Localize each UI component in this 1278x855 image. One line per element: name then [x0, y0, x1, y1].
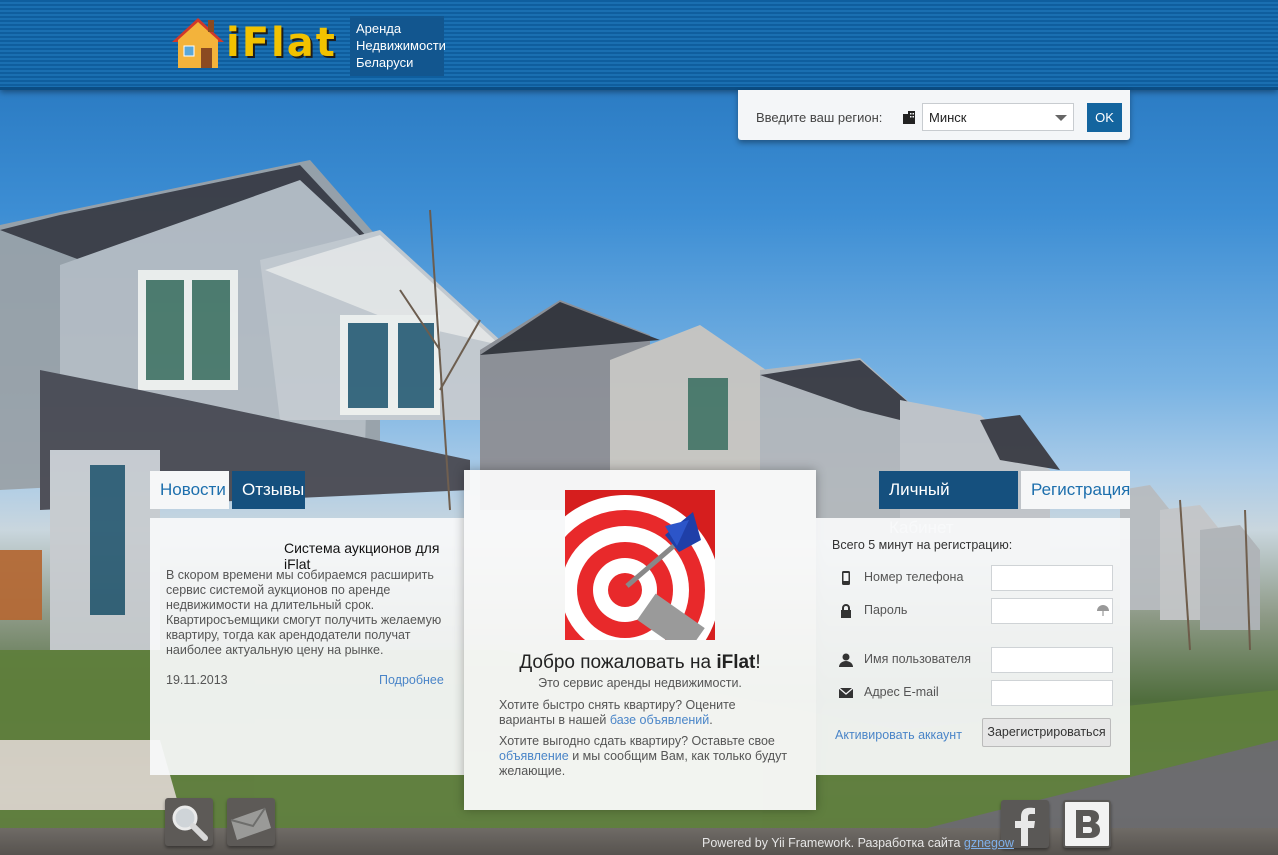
author-link[interactable]: gznegow: [964, 836, 1014, 850]
chevron-down-icon: [1055, 115, 1067, 121]
welcome-title-brand: iFlat: [716, 652, 756, 673]
phone-label: Номер телефона: [864, 570, 964, 584]
welcome-title-prefix: Добро пожаловать на: [519, 652, 717, 673]
region-selected-value: Минск: [929, 110, 967, 125]
mail-icon: [230, 807, 271, 840]
welcome-panel: Добро пожаловать на iFlat! Это сервис ар…: [464, 470, 816, 810]
region-dropdown[interactable]: Минск: [922, 103, 1074, 131]
tagline: Аренда Недвижимости Беларуси: [350, 16, 446, 76]
password-input[interactable]: [991, 598, 1113, 624]
search-button[interactable]: [165, 798, 213, 846]
phone-input[interactable]: [991, 565, 1113, 591]
tab-account[interactable]: Личный Кабинет: [879, 471, 1018, 537]
vk-button[interactable]: [1063, 800, 1111, 848]
logo-text: iFlat: [226, 20, 337, 66]
header-bar: iFlat Аренда Недвижимости Беларуси: [0, 0, 1278, 90]
tab-registration[interactable]: Регистрация: [1021, 471, 1130, 509]
welcome-p1-end: .: [709, 713, 713, 727]
news-panel: Система аукционов для iFlat В скором вре…: [150, 518, 464, 775]
email-row: Адрес E-mail: [838, 680, 1118, 706]
tagline-line-3: Беларуси: [356, 55, 414, 70]
user-icon: [839, 653, 853, 667]
phone-icon: [842, 571, 850, 585]
ad-link[interactable]: объявление: [499, 749, 569, 763]
tagline-line-1: Аренда: [356, 21, 402, 36]
register-button[interactable]: Зарегистрироваться: [982, 718, 1111, 747]
email-input[interactable]: [991, 680, 1113, 706]
umbrella-icon[interactable]: [1096, 604, 1110, 618]
registration-panel: Всего 5 минут на регистрацию: Номер теле…: [816, 518, 1130, 775]
house-logo-icon: [172, 18, 224, 68]
region-selector: Введите ваш регион: Минск OK: [738, 90, 1130, 140]
news-more-link[interactable]: Подробнее: [379, 673, 444, 687]
password-row: Пароль: [838, 598, 1118, 624]
region-ok-button[interactable]: OK: [1087, 103, 1122, 132]
welcome-title: Добро пожаловать на iFlat!: [464, 652, 816, 674]
footer-credit: Powered by Yii Framework. Разработка сай…: [702, 836, 1014, 850]
region-label: Введите ваш регион:: [756, 110, 883, 125]
news-body: В скором времени мы собираемся расширить…: [166, 568, 442, 657]
password-label: Пароль: [864, 603, 908, 617]
welcome-paragraph-let: Хотите выгодно сдать квартиру? Оставьте …: [499, 734, 789, 779]
vk-icon: [1076, 810, 1100, 838]
welcome-title-suffix: !: [755, 652, 761, 673]
site-logo[interactable]: iFlat: [168, 14, 338, 74]
email-label: Адрес E-mail: [864, 685, 939, 699]
news-date: 19.11.2013: [166, 673, 228, 687]
username-label: Имя пользователя: [864, 652, 971, 666]
welcome-paragraph-rent: Хотите быстро снять квартиру? Оцените ва…: [499, 698, 789, 728]
tab-reviews[interactable]: Отзывы: [232, 471, 305, 509]
mail-button[interactable]: [227, 798, 275, 846]
listings-link[interactable]: базе объявлений: [610, 713, 709, 727]
username-row: Имя пользователя: [838, 647, 1118, 673]
activate-account-link[interactable]: Активировать аккаунт: [835, 728, 962, 742]
registration-intro: Всего 5 минут на регистрацию:: [832, 538, 1013, 552]
target-dart-icon: [565, 490, 715, 640]
welcome-p2-text: Хотите выгодно сдать квартиру? Оставьте …: [499, 734, 775, 748]
search-icon: [172, 805, 208, 841]
footer-credit-text: Powered by Yii Framework. Разработка сай…: [702, 836, 964, 850]
username-input[interactable]: [991, 647, 1113, 673]
phone-row: Номер телефона: [838, 565, 1118, 591]
lock-icon: [841, 604, 851, 618]
tab-news[interactable]: Новости: [150, 471, 229, 509]
envelope-icon: [838, 687, 854, 698]
building-icon: [903, 111, 915, 124]
tagline-line-2: Недвижимости: [356, 38, 446, 53]
welcome-subtitle: Это сервис аренды недвижимости.: [538, 676, 742, 690]
